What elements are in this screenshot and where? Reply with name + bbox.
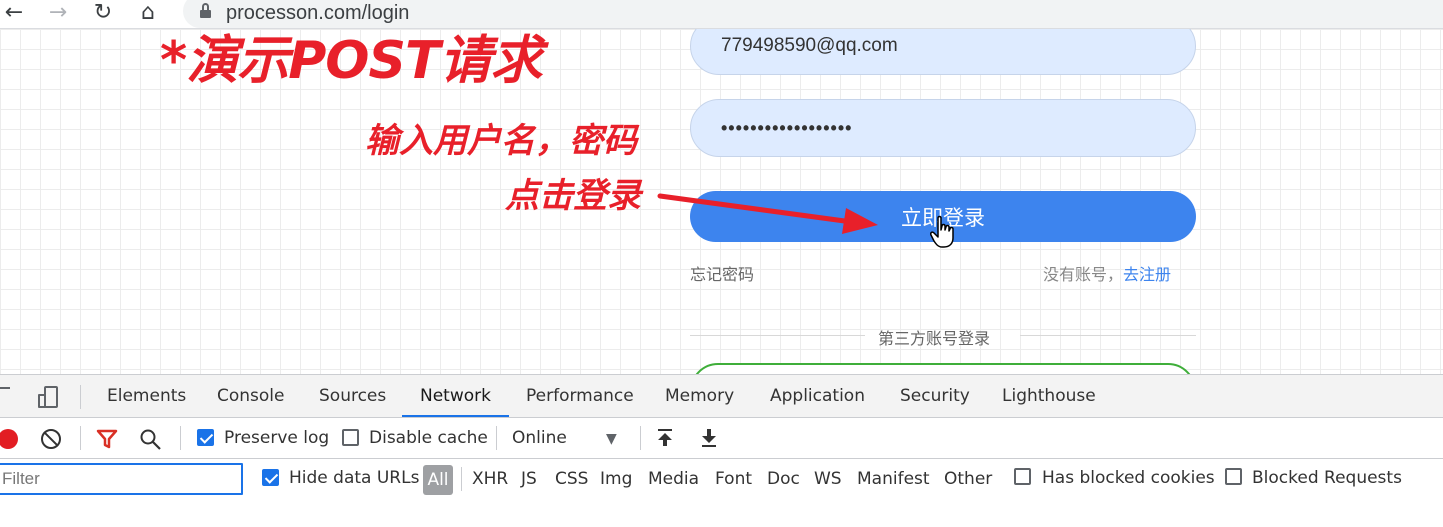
wechat-login-button[interactable] (690, 363, 1196, 374)
tab-console[interactable]: Console (217, 375, 285, 417)
inspect-element-icon[interactable] (0, 387, 10, 403)
tab-lighthouse[interactable]: Lighthouse (1002, 375, 1096, 417)
filter-input[interactable] (0, 463, 243, 495)
tab-elements[interactable]: Elements (107, 375, 186, 417)
has-blocked-cookies-checkbox[interactable] (1014, 468, 1031, 485)
divider-right (1020, 335, 1196, 336)
import-har-icon[interactable] (655, 427, 675, 449)
type-filter-media[interactable]: Media (648, 469, 699, 489)
third-party-login-label: 第三方账号登录 (878, 329, 991, 348)
forgot-password-link[interactable]: 忘记密码 (690, 261, 754, 285)
blocked-requests-checkbox[interactable] (1225, 468, 1242, 485)
disable-cache-label: Disable cache (369, 428, 488, 448)
divider-left (690, 335, 865, 336)
forward-arrow-icon[interactable]: → (44, 0, 72, 26)
has-blocked-cookies-label: Has blocked cookies (1042, 468, 1215, 488)
separator (461, 467, 462, 491)
search-icon[interactable] (138, 427, 162, 451)
home-icon[interactable]: ⌂ (134, 0, 162, 26)
type-filter-other[interactable]: Other (944, 469, 992, 489)
hide-data-urls-label: Hide data URLs (289, 468, 420, 488)
blocked-requests-label: Blocked Requests (1252, 468, 1402, 488)
tab-performance[interactable]: Performance (526, 375, 634, 417)
active-tab-indicator (402, 415, 509, 417)
back-arrow-icon[interactable]: ← (0, 0, 28, 26)
type-filter-js[interactable]: JS (521, 469, 537, 489)
device-toolbar-icon[interactable] (38, 386, 60, 408)
type-filter-all[interactable]: All (423, 465, 453, 495)
hand-cursor-icon (930, 215, 954, 248)
network-toolbar: Preserve log Disable cache Online ▼ (0, 418, 1443, 459)
separator (80, 385, 81, 409)
network-filter-bar: Hide data URLs All XHR JS CSS Img Media … (0, 459, 1443, 500)
type-filter-img[interactable]: Img (600, 469, 632, 489)
separator (640, 426, 641, 450)
annotation-step1: 输入用户名，密码 (365, 121, 637, 161)
type-filter-manifest[interactable]: Manifest (857, 469, 930, 489)
annotation-title: *演示POST请求 (160, 31, 542, 91)
register-link[interactable]: 去注册 (1123, 265, 1171, 284)
type-filter-css[interactable]: CSS (555, 469, 588, 489)
tab-application[interactable]: Application (770, 375, 865, 417)
type-filter-font[interactable]: Font (715, 469, 752, 489)
filter-icon[interactable] (96, 429, 118, 449)
email-field[interactable]: 779498590@qq.com (690, 29, 1196, 75)
reload-icon[interactable]: ↻ (89, 0, 117, 26)
throttling-select[interactable]: Online (512, 428, 567, 448)
devtools-panel: Elements Console Sources Network Perform… (0, 374, 1443, 527)
annotation-step2: 点击登录 (505, 176, 641, 216)
caret-down-icon[interactable]: ▼ (606, 431, 617, 447)
password-field[interactable]: •••••••••••••••••• (690, 99, 1196, 157)
no-account-text: 没有账号， (1043, 265, 1124, 284)
tab-memory[interactable]: Memory (665, 375, 734, 417)
tab-sources[interactable]: Sources (319, 375, 386, 417)
preserve-log-label: Preserve log (224, 428, 330, 448)
tab-security[interactable]: Security (900, 375, 970, 417)
tab-network[interactable]: Network (420, 375, 491, 417)
type-filter-xhr[interactable]: XHR (472, 469, 508, 489)
register-prompt: 没有账号，去注册 (1043, 261, 1171, 285)
devtools-tab-bar: Elements Console Sources Network Perform… (0, 375, 1443, 418)
separator (180, 426, 181, 450)
type-filter-ws[interactable]: WS (814, 469, 842, 489)
type-filter-doc[interactable]: Doc (767, 469, 800, 489)
record-icon[interactable] (0, 429, 18, 449)
separator (496, 426, 497, 450)
separator (80, 426, 81, 450)
disable-cache-checkbox[interactable] (342, 429, 359, 446)
clear-icon[interactable] (41, 429, 61, 449)
preserve-log-checkbox[interactable] (197, 429, 214, 446)
export-har-icon[interactable] (699, 427, 719, 449)
hide-data-urls-checkbox[interactable] (262, 469, 279, 486)
